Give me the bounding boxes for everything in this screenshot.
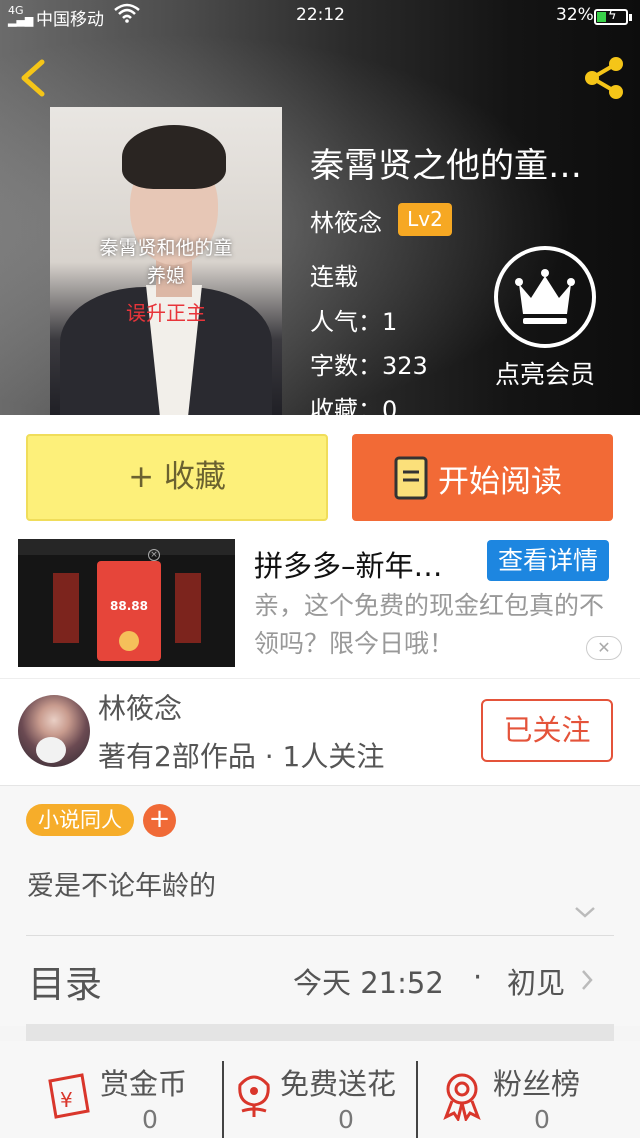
ad-details-button[interactable]: 查看详情 (487, 540, 609, 581)
battery-percent: 32% (556, 5, 594, 25)
favorites-stat: 收藏：0 (310, 396, 398, 415)
back-icon[interactable] (14, 56, 54, 100)
status-bar: 4G ▂▄▆ 中国移动 22:12 32% ϟ (0, 0, 640, 32)
reward-coin-label[interactable]: 赏金币 (100, 1061, 187, 1103)
cover-title-line2: 养媳 (146, 265, 185, 287)
ad-image[interactable]: × 88.88 (18, 539, 235, 667)
book-title: 秦霄贤之他的童… (310, 146, 582, 186)
reward-coin-count: 0 (142, 1105, 158, 1134)
collect-button[interactable]: + 收藏 (26, 434, 328, 521)
tag-chip[interactable]: 小说同人 (26, 804, 134, 836)
add-tag-button[interactable]: + (143, 804, 176, 837)
ad-description: 亲，这个免费的现金红包真的不领吗？限今日哦！ (254, 591, 605, 658)
clock: 22:12 (296, 5, 345, 25)
book-author[interactable]: 林筱念 (310, 203, 382, 238)
word-count-stat: 字数：323 (310, 352, 428, 380)
follow-button[interactable]: 已关注 (481, 699, 613, 762)
book-description: 爱是不论年龄的 (27, 871, 216, 902)
book-cover[interactable]: 秦霄贤和他的童 养媳 误升正主 (50, 107, 282, 415)
chevron-down-icon[interactable] (573, 904, 597, 920)
chevron-right-icon (580, 968, 594, 992)
ad-image-close-icon: × (148, 549, 160, 561)
flower-icon[interactable] (230, 1071, 278, 1121)
battery-icon: ϟ (594, 8, 632, 25)
fan-ranking-label[interactable]: 粉丝榜 (493, 1061, 580, 1103)
svg-text:¥: ¥ (60, 1088, 73, 1112)
catalog-row[interactable]: 目录 今天 21:52 · 初见 (0, 936, 640, 1026)
cover-title-line1: 秦霄贤和他的童 (99, 237, 233, 259)
signal-icon: 4G ▂▄▆ (8, 4, 34, 27)
ad-close-icon[interactable]: ✕ (586, 636, 622, 660)
medal-icon[interactable] (438, 1071, 486, 1123)
start-reading-label: 开始阅读 (438, 464, 562, 500)
share-icon[interactable] (580, 54, 628, 102)
popularity-stat: 人气：1 (310, 308, 398, 336)
author-name[interactable]: 林筱念 (98, 687, 182, 727)
book-icon (394, 456, 428, 500)
vip-label[interactable]: 点亮会员 (480, 355, 610, 391)
wifi-icon (114, 3, 140, 28)
level-badge: Lv2 (398, 203, 452, 236)
catalog-label: 目录 (28, 963, 102, 1006)
author-card: 林筱念 著有2部作品 · 1人关注 已关注 (0, 678, 640, 786)
catalog-separator: · (473, 960, 483, 994)
ad-banner[interactable]: × 88.88 拼多多–新年… 查看详情 亲，这个免费的现金红包真的不领吗？限今… (0, 537, 640, 678)
crown-icon[interactable] (494, 246, 596, 348)
free-flower-label[interactable]: 免费送花 (280, 1061, 396, 1103)
serial-status: 连载 (310, 263, 358, 291)
section-divider (26, 1024, 614, 1041)
reward-coin-icon[interactable]: ¥ (46, 1071, 94, 1121)
support-bar: ¥ 赏金币 0 免费送花 0 粉丝榜 0 (0, 1041, 640, 1138)
catalog-updated-time: 今天 21:52 (293, 966, 444, 1000)
latest-chapter: 初见 (507, 966, 566, 1000)
ad-title[interactable]: 拼多多–新年… (254, 543, 482, 585)
carrier-name: 中国移动 (36, 10, 104, 30)
free-flower-count: 0 (338, 1105, 354, 1134)
cover-subtitle: 误升正主 (126, 301, 206, 325)
avatar[interactable] (18, 695, 90, 767)
author-meta: 著有2部作品 · 1人关注 (98, 740, 385, 773)
start-reading-button[interactable]: 开始阅读 (352, 434, 613, 521)
tags-section: 小说同人 + 爱是不论年龄的 (0, 786, 640, 936)
red-packet-card: 88.88 (97, 561, 161, 661)
book-header: 4G ▂▄▆ 中国移动 22:12 32% ϟ 秦霄贤和他的童 养媳 误升正主 秦… (0, 0, 640, 415)
fan-ranking-count: 0 (534, 1105, 550, 1134)
action-bar: + 收藏 开始阅读 (0, 415, 640, 537)
